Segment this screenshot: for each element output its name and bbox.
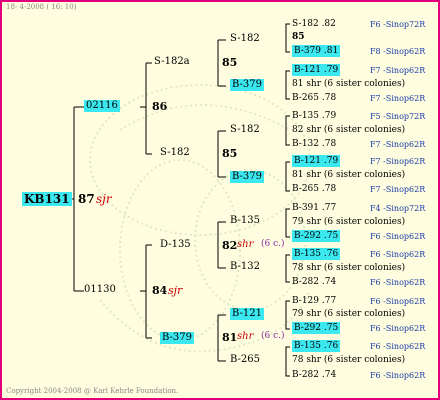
gen4-id: 82 shr (6 sister colonies) [292, 125, 406, 135]
gen4-id: 79 shr (6 sister colonies) [292, 309, 406, 319]
gen3-4: B-135 [230, 215, 260, 226]
gen3-1: B-379 [230, 79, 264, 91]
gen4-source: F7 -Sinop62R [370, 66, 426, 75]
gen4-source: F4 -Sinop72R [370, 204, 426, 213]
gen4-id: S-182 .82 [292, 19, 336, 29]
gen2-note-3: (6 c.) [261, 331, 285, 341]
gen3-3: B-379 [230, 171, 264, 183]
root-num: 87 [78, 192, 95, 206]
gen4-id: 79 shr (6 sister colonies) [292, 217, 406, 227]
gen2-num-3: 81 [222, 331, 238, 344]
gen3-5: B-132 [230, 261, 260, 272]
gen2-num-2: 82 [222, 239, 238, 252]
gen4-source: F7 -Sinop62R [370, 94, 426, 103]
gen4-id: B-265 .78 [292, 184, 337, 194]
gen4-id: B-129 .77 [292, 296, 337, 306]
gen4-id: B-379 .81 [292, 45, 341, 57]
gen4-row: B-379 .81 [292, 45, 341, 57]
gen4-id: B-391 .77 [292, 203, 337, 213]
gen2-id-1: S-182 [160, 147, 190, 158]
gen4-row: B-292 .75 [292, 322, 341, 334]
gen4-id: B-132 .78 [292, 139, 337, 149]
gen4-row: 81 shr (6 sister colonies) [292, 171, 405, 180]
gen4-id: 78 shr (6 sister colonies) [292, 263, 406, 273]
gen4-source: F7 -Sinop62R [370, 157, 426, 166]
gen4-id: 85 [292, 32, 305, 42]
gen4-row: S-182 .82 [292, 20, 336, 29]
gen4-source: F6 -Sinop62R [370, 250, 426, 259]
gen4-id: B-135 .76 [292, 340, 341, 352]
gen2-tag-3: shr [237, 331, 254, 342]
gen4-id: B-292 .75 [292, 322, 341, 334]
gen1-num-1: 84 [152, 284, 168, 297]
gen4-id: B-292 .75 [292, 230, 341, 242]
gen4-id: B-121 .79 [292, 155, 341, 167]
gen4-row: B-121 .79 [292, 64, 341, 76]
gen4-id: B-135 .79 [292, 111, 337, 121]
gen4-row: B-265 .78 [292, 94, 336, 103]
gen2-id-2: D-135 [160, 239, 191, 250]
gen4-id: B-282 .74 [292, 277, 337, 287]
gen4-row: B-135 .76 [292, 248, 341, 260]
gen2-num-1: 85 [222, 147, 238, 160]
gen4-source: F6 -Sinop62R [370, 232, 426, 241]
gen3-7: B-265 [230, 354, 260, 365]
gen4-id: 81 shr (6 sister colonies) [292, 170, 406, 180]
root-tag: sjr [96, 192, 112, 206]
gen4-source: F5 -Sinop72R [370, 112, 426, 121]
gen2-tag-2: shr [237, 239, 254, 250]
gen4-id: B-265 .78 [292, 93, 337, 103]
gen4-row: B-282 .74 [292, 278, 336, 287]
root-id: KB131 [22, 192, 72, 206]
gen4-source: F6 -Sinop62R [370, 342, 426, 351]
gen4-source: F7 -Sinop62R [370, 185, 426, 194]
gen2-note-2: (6 c.) [261, 239, 285, 249]
gen1-tag-1: sjr [168, 284, 183, 297]
gen4-id: 81 shr (6 sister colonies) [292, 79, 406, 89]
gen4-row: B-265 .78 [292, 185, 336, 194]
gen3-2: S-182 [230, 124, 260, 135]
gen4-source: F6 -Sinop62R [370, 297, 426, 306]
gen4-id: B-121 .79 [292, 64, 341, 76]
gen4-row: B-282 .74 [292, 371, 336, 380]
gen4-id: B-135 .76 [292, 248, 341, 260]
gen4-source: F7 -Sinop62R [370, 140, 426, 149]
gen4-source: F6 -Sinop62R [370, 278, 426, 287]
date-line: 18- 4-2008 ( 16: 10) [6, 3, 77, 11]
gen4-row: B-129 .77 [292, 297, 336, 306]
gen4-id: B-282 .74 [292, 370, 337, 380]
gen4-row: B-121 .79 [292, 155, 341, 167]
gen4-row: 85 [292, 33, 305, 42]
gen4-source: F6 -Sinop62R [370, 324, 426, 333]
gen4-row: B-135 .76 [292, 340, 341, 352]
gen4-row: 79 shr (6 sister colonies) [292, 218, 405, 227]
gen4-source: F8 -Sinop62R [370, 47, 426, 56]
gen3-0: S-182 [230, 33, 260, 44]
gen4-row: B-132 .78 [292, 140, 336, 149]
gen4-row: B-292 .75 [292, 230, 341, 242]
copyright: Copyright 2004-2008 @ Karl Kehrle Founda… [6, 387, 179, 395]
gen2-id-0: S-182a [154, 56, 190, 67]
gen4-row: 79 shr (6 sister colonies) [292, 310, 405, 319]
gen4-source: F6 -Sinop62R [370, 371, 426, 380]
gen1-num-0: 86 [152, 100, 168, 113]
gen4-row: 78 shr (6 sister colonies) [292, 356, 405, 365]
gen1-id-1: 01130 [84, 284, 116, 295]
gen2-num-0: 85 [222, 56, 238, 69]
gen2-id-3: B-379 [160, 332, 194, 344]
gen4-source: F6 -Sinop72R [370, 20, 426, 29]
gen4-row: 82 shr (6 sister colonies) [292, 126, 405, 135]
gen4-row: B-391 .77 [292, 204, 336, 213]
gen4-id: 78 shr (6 sister colonies) [292, 355, 406, 365]
gen4-row: B-135 .79 [292, 112, 336, 121]
gen1-id-0: 02116 [84, 100, 120, 112]
gen4-row: 81 shr (6 sister colonies) [292, 80, 405, 89]
gen3-6: B-121 [230, 308, 264, 320]
gen4-row: 78 shr (6 sister colonies) [292, 264, 405, 273]
